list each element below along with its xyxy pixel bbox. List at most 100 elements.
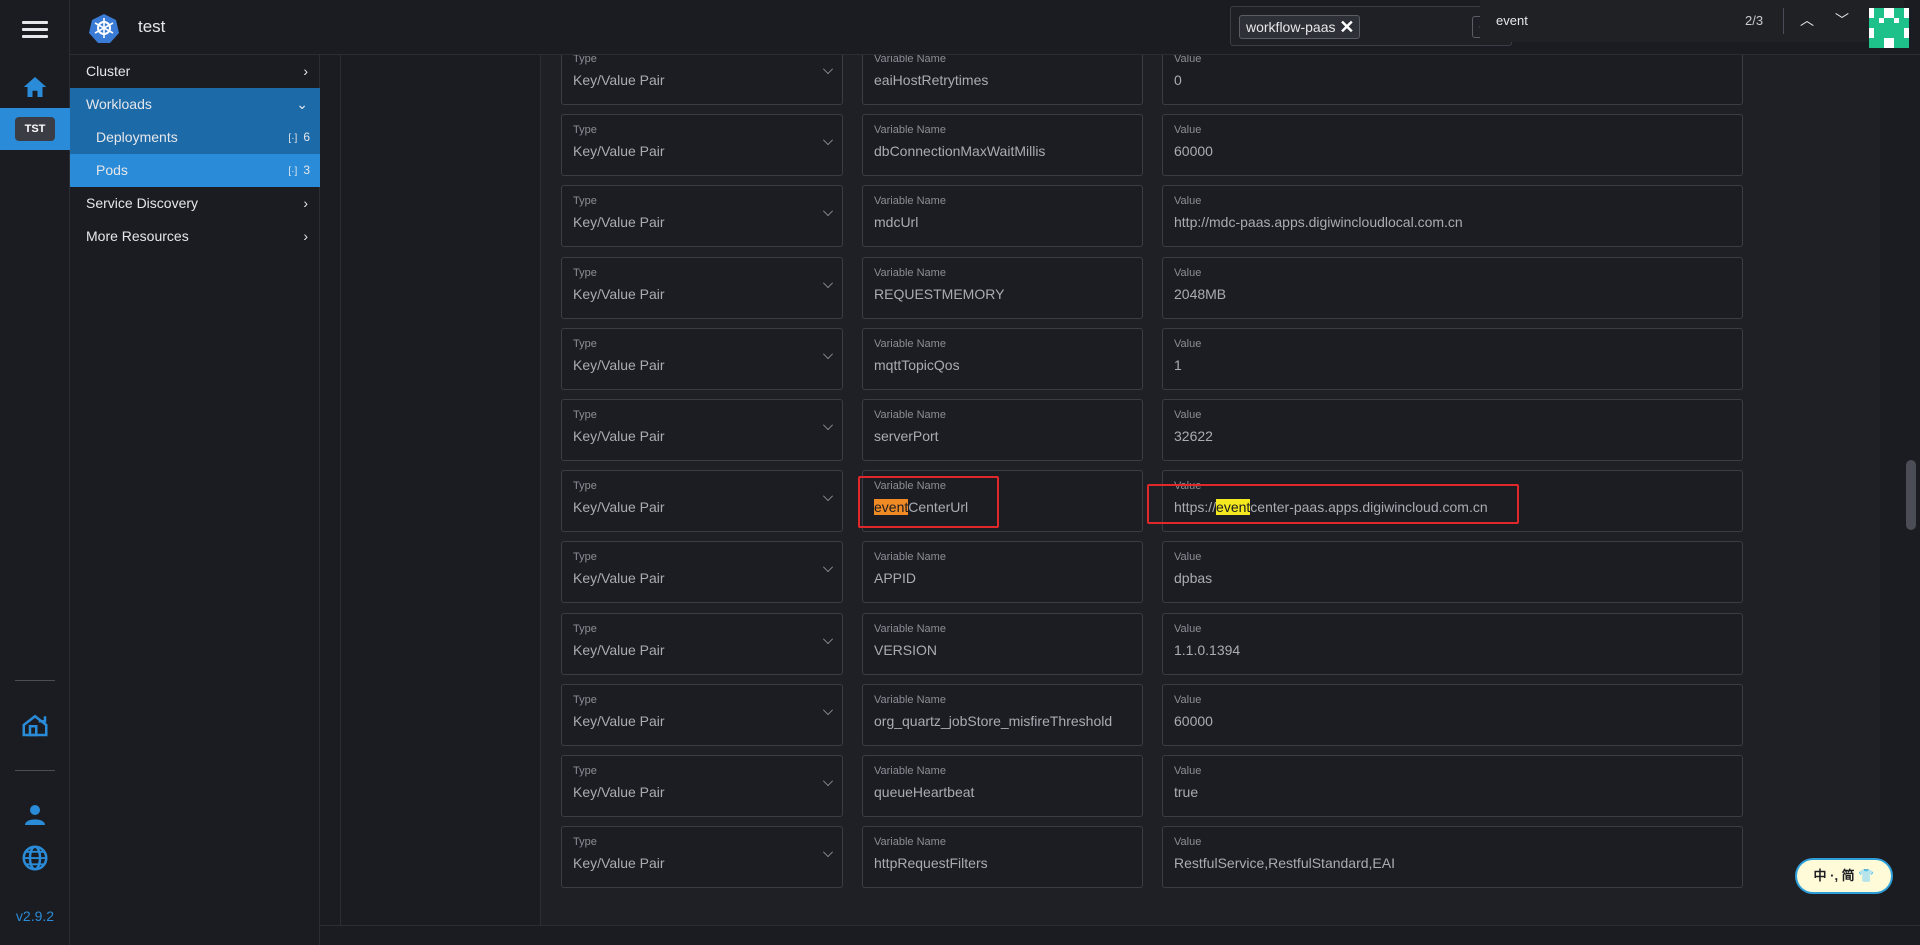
value-input[interactable]: Value 0 bbox=[1162, 55, 1743, 105]
value-input[interactable]: Value 2048MB bbox=[1162, 257, 1743, 319]
value-input[interactable]: Value true bbox=[1162, 755, 1743, 817]
cluster-tile-tst[interactable]: TST bbox=[0, 108, 70, 150]
chevron-down-icon[interactable]: ﹀ bbox=[1830, 8, 1854, 32]
value-input[interactable]: Value 1 bbox=[1162, 328, 1743, 390]
type-select[interactable]: Type Key/Value Pair bbox=[561, 399, 843, 461]
cluster-tag: TST bbox=[15, 117, 55, 141]
value-input[interactable]: Value dpbas bbox=[1162, 541, 1743, 603]
value-input[interactable]: Value RestfulService,RestfulStandard,EAI bbox=[1162, 826, 1743, 888]
value-input[interactable]: Value 60000 bbox=[1162, 684, 1743, 746]
value-text: 2048MB bbox=[1174, 286, 1227, 302]
find-input[interactable]: event bbox=[1496, 13, 1528, 28]
type-select[interactable]: Type Key/Value Pair bbox=[561, 328, 843, 390]
variable-name-value: eaiHostRetrytimes bbox=[874, 72, 989, 88]
rail-divider bbox=[15, 680, 55, 681]
pixel-avatar-icon[interactable] bbox=[1869, 8, 1909, 48]
type-select[interactable]: Type Key/Value Pair bbox=[561, 257, 843, 319]
home-icon[interactable] bbox=[20, 72, 50, 102]
variable-name-input[interactable]: Variable Name org_quartz_jobStore_misfir… bbox=[862, 684, 1143, 746]
value-input[interactable]: Value 32622 bbox=[1162, 399, 1743, 461]
type-value: Key/Value Pair bbox=[573, 357, 665, 373]
field-label: Variable Name bbox=[874, 623, 946, 635]
chevron-down-icon bbox=[823, 634, 833, 644]
type-select[interactable]: Type Key/Value Pair bbox=[561, 541, 843, 603]
env-var-row: Type Key/Value Pair Variable Name REQUES… bbox=[541, 257, 1880, 319]
variable-name-input[interactable]: Variable Name serverPort bbox=[862, 399, 1143, 461]
nav-item-pods[interactable]: Pods [·] 3 bbox=[70, 154, 320, 187]
type-select[interactable]: Type Key/Value Pair bbox=[561, 55, 843, 105]
type-select[interactable]: Type Key/Value Pair bbox=[561, 613, 843, 675]
chevron-right-icon: › bbox=[303, 63, 308, 79]
value-text: http://mdc-paas.apps.digiwincloudlocal.c… bbox=[1174, 214, 1463, 230]
nav-item-label: Cluster bbox=[86, 63, 131, 79]
nav-item-more-resources[interactable]: More Resources › bbox=[70, 220, 320, 253]
find-divider bbox=[1783, 8, 1784, 34]
chevron-down-icon bbox=[823, 135, 833, 145]
field-label: Type bbox=[573, 765, 597, 777]
variable-name-input[interactable]: Variable Name APPID bbox=[862, 541, 1143, 603]
namespace-filter[interactable]: workflow-paas ✕ +2 bbox=[1230, 6, 1512, 46]
user-icon[interactable] bbox=[20, 800, 50, 830]
field-label: Type bbox=[573, 694, 597, 706]
chevron-up-icon[interactable]: ︿ bbox=[1795, 8, 1819, 32]
field-label: Type bbox=[573, 836, 597, 848]
variable-name-input[interactable]: Variable Name mqttTopicQos bbox=[862, 328, 1143, 390]
variable-name-input[interactable]: Variable Name eaiHostRetrytimes bbox=[862, 55, 1143, 105]
env-var-row: Type Key/Value Pair Variable Name APPID … bbox=[541, 541, 1880, 603]
variable-name-input[interactable]: Variable Name dbConnectionMaxWaitMillis bbox=[862, 114, 1143, 176]
nav-item-cluster[interactable]: Cluster › bbox=[70, 55, 320, 88]
type-select[interactable]: Type Key/Value Pair bbox=[561, 470, 843, 532]
value-text: RestfulService,RestfulStandard,EAI bbox=[1174, 855, 1395, 871]
hamburger-menu-icon[interactable] bbox=[22, 18, 48, 38]
variable-name-value: httpRequestFilters bbox=[874, 855, 988, 871]
close-icon[interactable]: ✕ bbox=[1339, 16, 1354, 38]
type-select[interactable]: Type Key/Value Pair bbox=[561, 684, 843, 746]
type-value: Key/Value Pair bbox=[573, 855, 665, 871]
variable-name-input[interactable]: Variable Name REQUESTMEMORY bbox=[862, 257, 1143, 319]
globe-icon[interactable] bbox=[20, 843, 50, 873]
nav-item-label: Deployments bbox=[96, 129, 178, 145]
nav-item-deployments[interactable]: Deployments [·] 6 bbox=[70, 121, 320, 154]
chevron-down-icon: ⌄ bbox=[296, 96, 308, 112]
type-value: Key/Value Pair bbox=[573, 428, 665, 444]
variable-name-input[interactable]: Variable Name VERSION bbox=[862, 613, 1143, 675]
chevron-down-icon bbox=[823, 847, 833, 857]
nav-item-workloads[interactable]: Workloads ⌄ bbox=[70, 88, 320, 121]
type-select[interactable]: Type Key/Value Pair bbox=[561, 114, 843, 176]
variable-name-value: serverPort bbox=[874, 428, 939, 444]
variable-name-input[interactable]: Variable Name httpRequestFilters bbox=[862, 826, 1143, 888]
type-select[interactable]: Type Key/Value Pair bbox=[561, 826, 843, 888]
variable-name-input[interactable]: Variable Name queueHeartbeat bbox=[862, 755, 1143, 817]
value-text: 60000 bbox=[1174, 713, 1213, 729]
variable-name-value: org_quartz_jobStore_misfireThreshold bbox=[874, 713, 1113, 729]
chevron-down-icon bbox=[823, 776, 833, 786]
kubernetes-wheel-icon bbox=[88, 12, 120, 44]
value-input[interactable]: Value http://mdc-paas.apps.digiwincloudl… bbox=[1162, 185, 1743, 247]
annotation-box bbox=[1147, 484, 1519, 524]
type-select[interactable]: Type Key/Value Pair bbox=[561, 755, 843, 817]
type-value: Key/Value Pair bbox=[573, 642, 665, 658]
side-nav: Cluster › Workloads ⌄ Deployments [·] 6 P… bbox=[70, 55, 320, 945]
page-scrollbar[interactable] bbox=[1900, 55, 1920, 925]
type-select[interactable]: Type Key/Value Pair bbox=[561, 185, 843, 247]
nav-item-label: Service Discovery bbox=[86, 195, 199, 211]
browser-find-bar: event 2/3 ︿ ﹀ ✕ bbox=[1480, 0, 1904, 42]
chevron-down-icon bbox=[823, 562, 833, 572]
cluster-manager-icon[interactable] bbox=[20, 710, 50, 740]
field-label: Value bbox=[1174, 195, 1202, 207]
nav-item-service-discovery[interactable]: Service Discovery › bbox=[70, 187, 320, 220]
scrollbar-thumb[interactable] bbox=[1906, 460, 1916, 530]
field-label: Type bbox=[573, 338, 597, 350]
variable-name-value: REQUESTMEMORY bbox=[874, 286, 1005, 302]
value-input[interactable]: Value 1.1.0.1394 bbox=[1162, 613, 1743, 675]
env-var-row: Type Key/Value Pair Variable Name eventC… bbox=[541, 470, 1880, 532]
type-value: Key/Value Pair bbox=[573, 499, 665, 515]
app-version: v2.9.2 bbox=[15, 908, 55, 924]
field-label: Value bbox=[1174, 551, 1202, 563]
value-input[interactable]: Value 60000 bbox=[1162, 114, 1743, 176]
field-label: Type bbox=[573, 480, 597, 492]
ime-toolbar[interactable]: 中 ·, 简 👕 bbox=[1795, 858, 1893, 894]
cluster-title: test bbox=[138, 17, 166, 36]
variable-name-input[interactable]: Variable Name mdcUrl bbox=[862, 185, 1143, 247]
env-var-row: Type Key/Value Pair Variable Name eaiHos… bbox=[541, 55, 1880, 105]
